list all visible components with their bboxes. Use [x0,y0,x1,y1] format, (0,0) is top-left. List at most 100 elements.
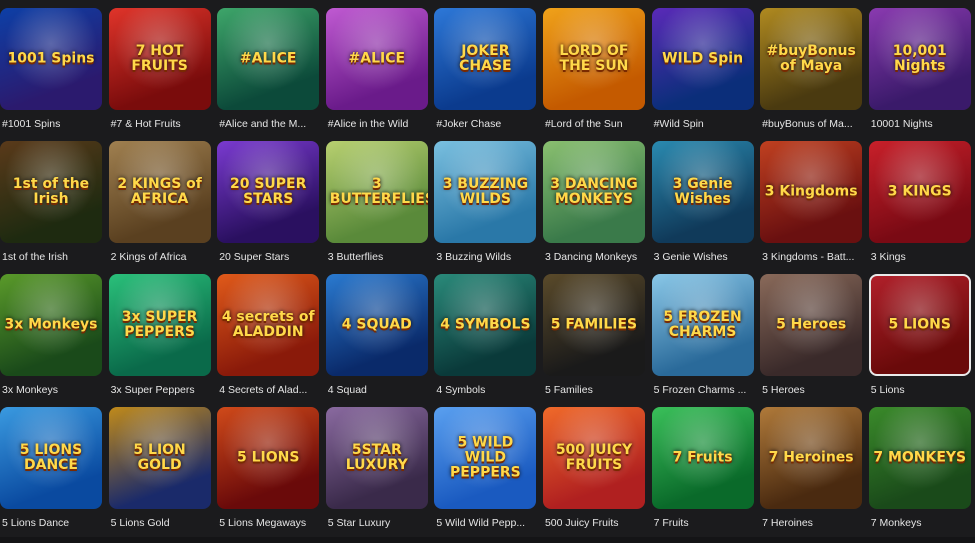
game-title[interactable]: 3x Super Peppers [109,384,213,396]
game-tile[interactable]: 4 SQUAD 4 Squad [325,274,430,407]
game-tile[interactable]: 3 Kingdoms 3 Kingdoms - Batt... [760,141,864,274]
game-thumbnail[interactable]: 1st of the Irish [0,141,102,243]
game-thumbnail[interactable]: 3 Genie Wishes [651,141,754,243]
game-tile[interactable]: 1001 Spins #1001 Spins [0,8,102,141]
game-thumbnail[interactable]: 4 SYMBOLS [434,274,537,376]
game-tile[interactable]: 7 Heroines 7 Heroines [760,407,864,540]
game-thumbnail[interactable]: 7 Fruits [651,407,754,509]
game-thumbnail[interactable]: 3 BUTTERFLIES [325,141,428,243]
game-tile[interactable]: 5 FAMILIES 5 Families [542,274,647,407]
game-tile[interactable]: 3 KINGS 3 Kings [868,141,973,274]
game-tile[interactable]: 10,001 Nights 10001 Nights [868,8,973,141]
game-title[interactable]: 1st of the Irish [0,251,104,263]
game-thumbnail[interactable]: 5 LIONS DANCE [0,407,102,509]
game-thumbnail[interactable]: 3x SUPER PEPPERS [108,274,211,376]
game-thumbnail[interactable]: #buyBonus of Maya [760,8,863,110]
game-thumbnail[interactable]: 5 LIONS [868,274,971,376]
game-title[interactable]: #Wild Spin [652,118,756,130]
game-tile[interactable]: 2 KINGS of AFRICA 2 Kings of Africa [108,141,213,274]
game-title[interactable]: 5 Lions [869,384,973,396]
game-thumbnail[interactable]: 4 SQUAD [325,274,428,376]
game-tile[interactable]: 5STAR LUXURY 5 Star Luxury [325,407,430,540]
game-title[interactable]: 4 Symbols [434,384,538,396]
game-thumbnail[interactable]: 5 LION GOLD [108,407,211,509]
game-title[interactable]: 4 Secrets of Alad... [217,384,321,396]
game-tile[interactable]: WILD Spin #Wild Spin [651,8,756,141]
game-title[interactable]: 5 Frozen Charms ... [652,384,756,396]
game-tile[interactable]: 5 LIONS 5 Lions Megaways [217,407,321,540]
game-title[interactable]: 7 Monkeys [869,517,973,529]
game-thumbnail[interactable]: 7 HOT FRUITS [108,8,211,110]
game-tile[interactable]: 5 LIONS 5 Lions [868,274,973,407]
game-title[interactable]: 10001 Nights [869,118,973,130]
game-title[interactable]: #Alice in the Wild [326,118,430,130]
game-thumbnail[interactable]: 5 FAMILIES [542,274,645,376]
game-thumbnail[interactable]: 3 Kingdoms [760,141,863,243]
game-thumbnail[interactable]: 5 WILD WILD PEPPERS [434,407,537,509]
game-title[interactable]: 5 Heroes [760,384,864,396]
game-tile[interactable]: 3 DANCING MONKEYS 3 Dancing Monkeys [542,141,647,274]
game-title[interactable]: 3 Buzzing Wilds [434,251,538,263]
game-tile[interactable]: 20 SUPER STARS 20 Super Stars [217,141,321,274]
game-thumbnail[interactable]: #ALICE [217,8,320,110]
game-tile[interactable]: JOKER CHASE #Joker Chase [434,8,538,141]
game-tile[interactable]: 5 LION GOLD 5 Lions Gold [108,407,213,540]
game-title[interactable]: #Joker Chase [434,118,538,130]
game-thumbnail[interactable]: 5STAR LUXURY [325,407,428,509]
game-thumbnail[interactable]: 3x Monkeys [0,274,102,376]
game-thumbnail[interactable]: 5 FROZEN CHARMS [651,274,754,376]
game-thumbnail[interactable]: 7 MONKEYS [868,407,971,509]
game-tile[interactable]: #ALICE #Alice and the M... [217,8,320,141]
game-tile[interactable]: 7 HOT FRUITS #7 & Hot Fruits [108,8,213,141]
game-title[interactable]: 4 Squad [326,384,430,396]
game-thumbnail[interactable]: 3 DANCING MONKEYS [542,141,645,243]
game-tile[interactable]: #ALICE #Alice in the Wild [325,8,430,141]
game-title[interactable]: 3 Kings [869,251,973,263]
game-title[interactable]: 20 Super Stars [217,251,321,263]
game-title[interactable]: #Lord of the Sun [543,118,647,130]
game-tile[interactable]: 5 LIONS DANCE 5 Lions Dance [0,407,102,540]
game-thumbnail[interactable]: WILD Spin [651,8,754,110]
game-title[interactable]: 3 Dancing Monkeys [543,251,647,263]
game-title[interactable]: 3 Butterflies [326,251,430,263]
game-tile[interactable]: 1st of the Irish 1st of the Irish [0,141,102,274]
game-title[interactable]: 7 Fruits [652,517,756,529]
game-title[interactable]: #1001 Spins [0,118,104,130]
game-tile[interactable]: 4 SYMBOLS 4 Symbols [434,274,538,407]
game-thumbnail[interactable]: 5 Heroes [760,274,863,376]
game-title[interactable]: 5 Lions Megaways [217,517,321,529]
game-title[interactable]: 5 Star Luxury [326,517,430,529]
game-title[interactable]: 5 Wild Wild Pepp... [434,517,538,529]
game-thumbnail[interactable]: 500 JUICY FRUITS [542,407,645,509]
game-tile[interactable]: 3 Genie Wishes 3 Genie Wishes [651,141,754,274]
game-thumbnail[interactable]: JOKER CHASE [434,8,537,110]
game-tile[interactable]: LORD OF THE SUN #Lord of the Sun [542,8,647,141]
game-tile[interactable]: 5 FROZEN CHARMS 5 Frozen Charms ... [651,274,756,407]
game-thumbnail[interactable]: LORD OF THE SUN [542,8,645,110]
game-tile[interactable]: 3 BUTTERFLIES 3 Butterflies [325,141,430,274]
game-title[interactable]: #buyBonus of Ma... [760,118,864,130]
game-title[interactable]: 5 Families [543,384,647,396]
game-title[interactable]: 3 Kingdoms - Batt... [760,251,864,263]
game-title[interactable]: #7 & Hot Fruits [109,118,213,130]
game-tile[interactable]: 7 MONKEYS 7 Monkeys [868,407,973,540]
game-tile[interactable]: #buyBonus of Maya #buyBonus of Ma... [760,8,864,141]
game-title[interactable]: 3x Monkeys [0,384,104,396]
game-tile[interactable]: 500 JUICY FRUITS 500 Juicy Fruits [542,407,645,540]
game-thumbnail[interactable]: 5 LIONS [217,407,320,509]
game-title[interactable]: 7 Heroines [760,517,864,529]
game-tile[interactable]: 5 WILD WILD PEPPERS 5 Wild Wild Pepp... [434,407,538,540]
game-title[interactable]: 5 Lions Gold [109,517,213,529]
game-tile[interactable]: 7 Fruits 7 Fruits [651,407,756,540]
game-tile[interactable]: 4 secrets of ALADDIN 4 Secrets of Alad... [217,274,321,407]
game-tile[interactable]: 5 Heroes 5 Heroes [760,274,864,407]
game-thumbnail[interactable]: 10,001 Nights [868,8,971,110]
game-tile[interactable]: 3 BUZZING WILDS 3 Buzzing Wilds [434,141,538,274]
game-title[interactable]: 2 Kings of Africa [109,251,213,263]
game-thumbnail[interactable]: 2 KINGS of AFRICA [108,141,211,243]
game-tile[interactable]: 3x SUPER PEPPERS 3x Super Peppers [108,274,213,407]
game-thumbnail[interactable]: 7 Heroines [760,407,863,509]
game-thumbnail[interactable]: 4 secrets of ALADDIN [217,274,320,376]
game-thumbnail[interactable]: #ALICE [325,8,428,110]
game-thumbnail[interactable]: 20 SUPER STARS [217,141,320,243]
